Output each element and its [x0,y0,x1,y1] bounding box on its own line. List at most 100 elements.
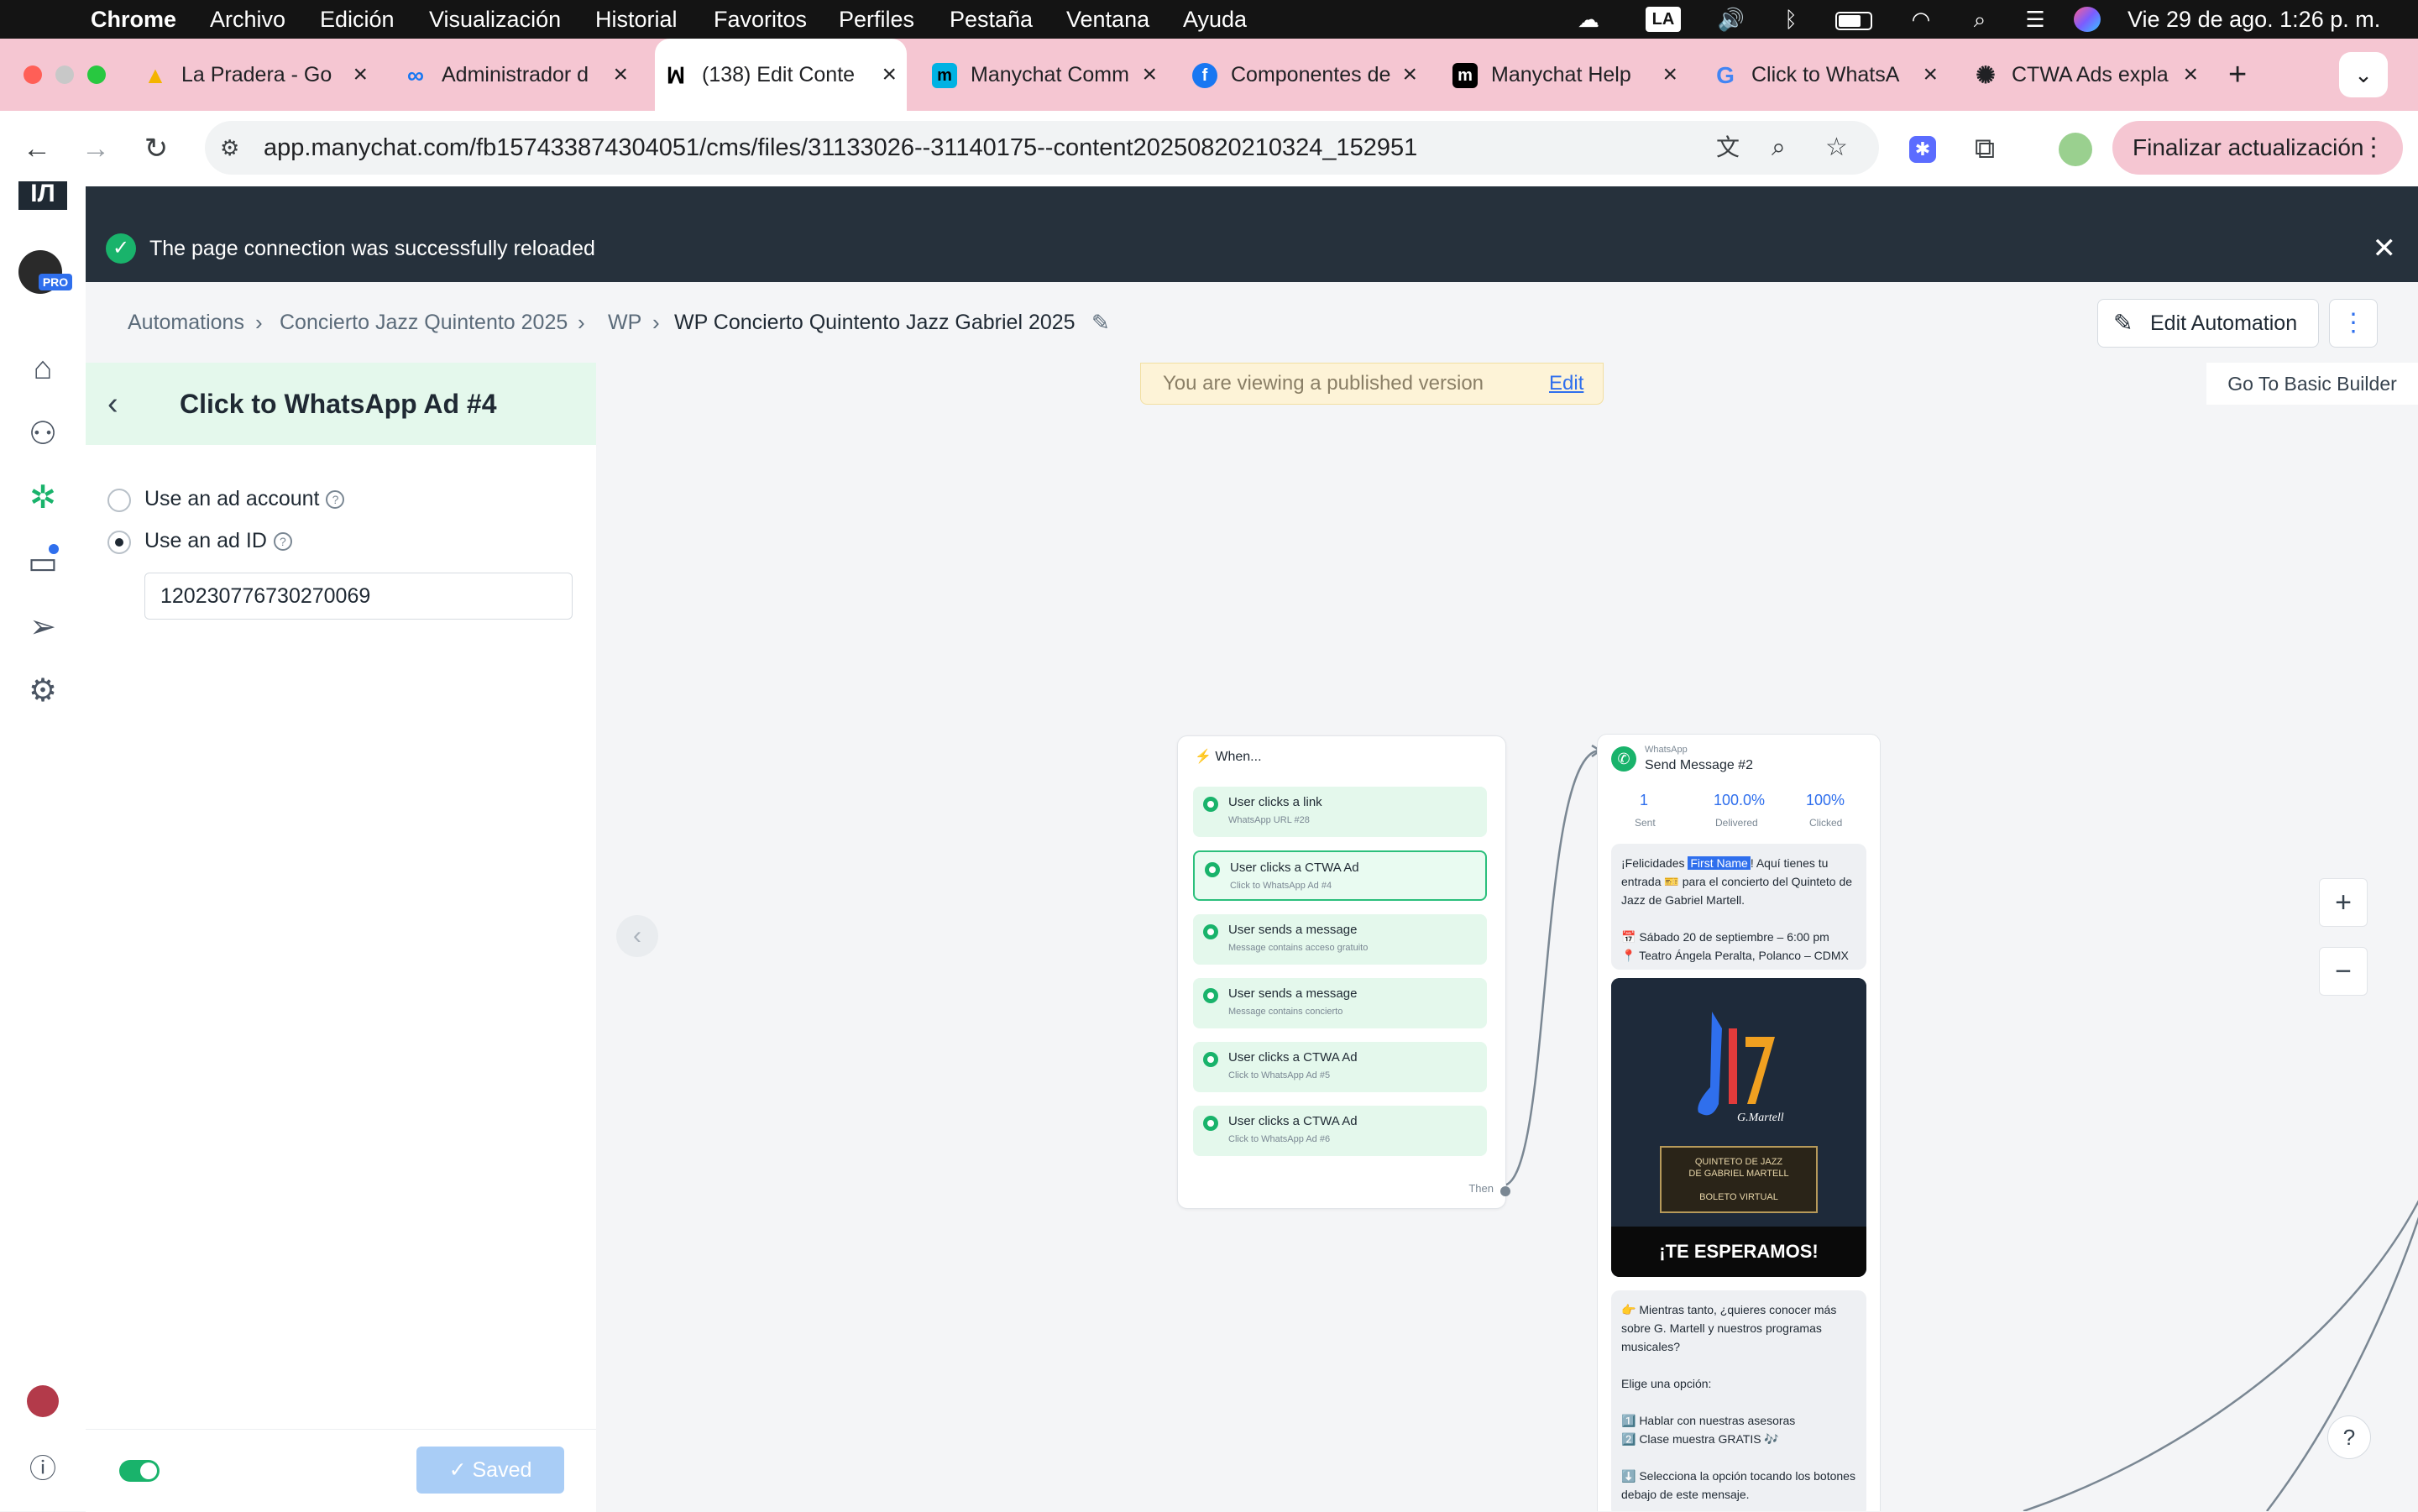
ticket-subtitle: DE GABRIEL MARTELL [1688,1169,1789,1179]
menu-visualizacion[interactable]: Visualización [429,0,561,39]
broadcast-send-icon[interactable]: ➢ [22,606,64,648]
edit-link[interactable]: Edit [1549,364,1583,404]
trigger-node-card[interactable]: ⚡ When... User clicks a link WhatsApp URL… [1177,735,1510,1209]
creative-cloud-icon[interactable]: ☁ [1572,7,1605,32]
tab-administrador[interactable]: ∞ Administrador d × [395,39,638,111]
window-minimize-button[interactable] [55,65,74,84]
extensions-puzzle-icon[interactable]: ⧉ [1966,111,2003,186]
tab-close-icon[interactable]: × [613,39,628,111]
help-question-icon[interactable]: ⓘ [22,1447,64,1489]
tab-close-icon[interactable]: × [1662,39,1677,111]
edit-automation-button[interactable]: ✎ Edit Automation [2097,299,2319,348]
ad-id-input[interactable] [144,573,573,620]
battery-icon[interactable] [1830,7,1877,32]
help-question-icon[interactable]: ? [2327,1415,2371,1459]
menu-clock[interactable]: Vie 29 de ago. 1:26 p. m. [2128,0,2380,39]
tab-manychat-community[interactable]: m Manychat Comm × [924,39,1167,111]
new-tab-button[interactable]: + [2228,39,2247,111]
contacts-user-icon[interactable]: ⚇ [22,413,64,455]
window-zoom-button[interactable] [87,65,106,84]
tab-click-to-whatsapp[interactable]: G Click to WhatsA × [1704,39,1948,111]
radio-label-ad-id[interactable]: Use an ad ID? [144,529,292,553]
saved-button[interactable]: ✓ Saved [416,1447,564,1494]
bluetooth-icon[interactable]: ᛒ [1778,7,1803,32]
home-icon[interactable]: ⌂ [22,348,64,390]
translate-icon[interactable]: 文 [1716,121,1740,175]
breadcrumb-automations[interactable]: Automations [128,282,244,363]
trigger-item[interactable]: User clicks a CTWA Ad Click to WhatsApp A… [1193,1042,1487,1092]
trigger-item[interactable]: User clicks a link WhatsApp URL #28 [1193,787,1487,837]
more-options-icon[interactable]: ⋮ [2329,299,2378,348]
tab-close-icon[interactable]: × [1923,39,1938,111]
output-connector-dot[interactable] [1500,1186,1510,1196]
bookmark-star-icon[interactable]: ☆ [1825,121,1848,175]
breadcrumb-folder[interactable]: Concierto Jazz Quintento 2025 [280,282,568,363]
trigger-active-toggle[interactable] [119,1460,160,1482]
zoom-in-button[interactable]: + [2319,878,2368,927]
trigger-item-selected[interactable]: User clicks a CTWA Ad Click to WhatsApp A… [1193,850,1487,901]
menu-app-name[interactable]: Chrome [91,0,176,39]
zoom-out-button[interactable]: − [2319,947,2368,996]
url-text[interactable]: app.manychat.com/fb157433874304051/cms/f… [264,121,1417,175]
tab-edit-content-active[interactable]: ꟽ (138) Edit Conte × [655,39,907,111]
automation-icon[interactable]: ✲ [22,477,64,519]
tab-close-icon[interactable]: × [1142,39,1157,111]
menu-archivo[interactable]: Archivo [210,0,285,39]
trigger-item[interactable]: User sends a message Message contains con… [1193,978,1487,1028]
tab-componentes[interactable]: f Componentes de × [1184,39,1427,111]
address-bar[interactable]: ⚙ app.manychat.com/fb157433874304051/cms… [205,121,1879,175]
user-profile-avatar[interactable] [27,1385,59,1417]
tab-close-icon[interactable]: × [882,39,897,111]
finish-update-button[interactable]: Finalizar actualización ⋮ [2112,121,2403,175]
back-arrow-icon[interactable]: ← [18,111,55,186]
tab-la-pradera[interactable]: ▲ La Pradera - Go × [134,39,378,111]
menu-ventana[interactable]: Ventana [1066,0,1149,39]
tab-ctwa-ads[interactable]: ✺ CTWA Ads expla × [1965,39,2208,111]
radio-use-ad-id[interactable] [107,531,131,554]
radio-use-ad-account[interactable] [107,489,131,512]
kebab-menu-icon[interactable]: ⋮ [2361,121,2386,175]
window-close-button[interactable] [24,65,42,84]
zoom-magnifier-icon[interactable]: ⌕ [1772,121,1786,175]
wifi-icon[interactable]: ◠ [1904,7,1938,32]
siri-icon[interactable] [2074,7,2101,32]
radio-label-ad-account[interactable]: Use an ad account? [144,487,345,511]
reload-icon[interactable]: ↻ [138,111,175,186]
flow-canvas[interactable]: You are viewing a published version Edit… [596,363,2418,1511]
menu-perfiles[interactable]: Perfiles [839,0,914,39]
tab-close-icon[interactable]: × [353,39,368,111]
tab-search-chevron-down-icon[interactable]: ⌄ [2339,52,2388,97]
breadcrumb-wp[interactable]: WP [608,282,641,363]
menu-ayuda[interactable]: Ayuda [1183,0,1247,39]
tab-close-icon[interactable]: × [1402,39,1417,111]
settings-gear-icon[interactable]: ⚙ [22,670,64,712]
trigger-item[interactable]: User sends a message Message contains acc… [1193,914,1487,965]
menu-favoritos[interactable]: Favoritos [714,0,807,39]
help-question-icon[interactable]: ? [273,532,292,552]
chevron-left-icon[interactable]: ‹ [107,363,118,445]
site-settings-icon[interactable]: ⚙ [220,121,239,175]
input-source-badge[interactable]: LA [1646,7,1681,32]
option-text: Use an ad ID [144,529,267,552]
trigger-item[interactable]: User clicks a CTWA Ad Click to WhatsApp A… [1193,1106,1487,1156]
channel-label: WhatsApp [1645,745,1688,755]
forward-arrow-icon[interactable]: → [77,111,114,186]
go-to-basic-builder-button[interactable]: Go To Basic Builder [2206,363,2418,405]
close-icon[interactable]: ✕ [2373,215,2397,282]
menu-historial[interactable]: Historial [595,0,678,39]
spotlight-search-icon[interactable]: ⌕ [1963,7,1997,32]
volume-icon[interactable]: 🔊 [1714,7,1748,32]
extension-icon[interactable]: ✱ [1909,136,1936,163]
tab-close-icon[interactable]: × [2183,39,2198,111]
send-message-node-card[interactable]: ✆ WhatsApp Send Message #2 1 Sent 100.0%… [1597,734,1881,1511]
control-center-icon[interactable]: ☰ [2018,7,2052,32]
tab-manychat-help[interactable]: m Manychat Help × [1444,39,1688,111]
profile-avatar[interactable] [2059,133,2092,166]
manychat-logo-icon[interactable]: IЛ [18,181,67,210]
rename-pencil-icon[interactable]: ✎ [1091,282,1110,363]
collapse-panel-chevron-icon[interactable]: ‹ [616,915,658,957]
menu-pestana[interactable]: Pestaña [950,0,1033,39]
menu-edicion[interactable]: Edición [320,0,395,39]
connection-lines [1502,744,2418,1511]
help-question-icon[interactable]: ? [326,490,345,510]
